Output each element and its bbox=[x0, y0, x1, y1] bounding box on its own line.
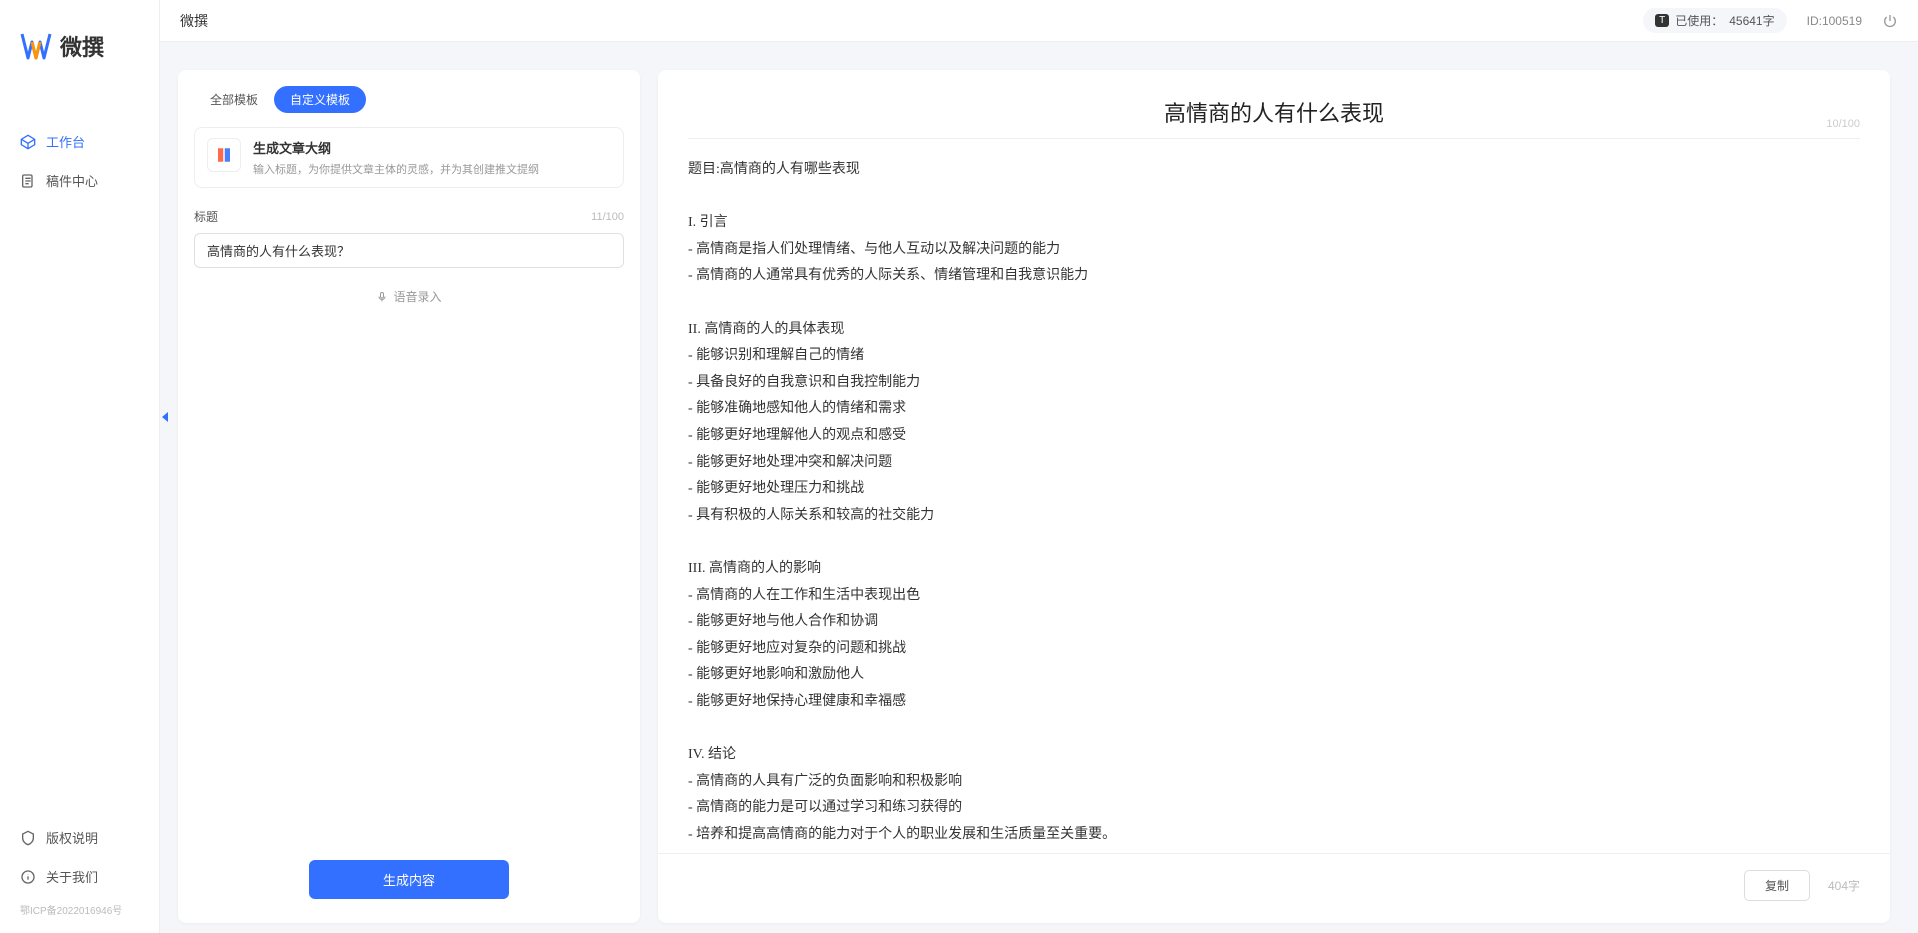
tabs: 全部模板 自定义模板 bbox=[178, 70, 640, 113]
mic-icon bbox=[376, 291, 388, 303]
shield-icon bbox=[20, 830, 36, 846]
nav-item-drafts[interactable]: 稿件中心 bbox=[0, 161, 159, 200]
sidebar: 微撰 工作台 稿件中心 版权说明 bbox=[0, 0, 160, 933]
doc-icon bbox=[20, 173, 36, 189]
content: 全部模板 自定义模板 生成文章大纲 输入标题，为你提供文章主体的灵感，并为其创建… bbox=[160, 42, 1918, 933]
info-icon bbox=[20, 869, 36, 885]
main: 微撰 T 已使用： 45641字 ID:100519 bbox=[160, 0, 1918, 933]
generate-button[interactable]: 生成内容 bbox=[309, 860, 509, 899]
tab-all-templates[interactable]: 全部模板 bbox=[194, 86, 274, 113]
collapse-handle[interactable] bbox=[160, 402, 175, 432]
header-title: 微撰 bbox=[180, 11, 208, 31]
title-input[interactable] bbox=[194, 233, 624, 268]
logo-icon bbox=[20, 30, 52, 62]
usage-label: 已使用： bbox=[1675, 12, 1723, 29]
header: 微撰 T 已使用： 45641字 ID:100519 bbox=[160, 0, 1918, 42]
output-title-count: 10/100 bbox=[1826, 118, 1860, 130]
nav-item-about[interactable]: 关于我们 bbox=[0, 857, 159, 896]
usage-badge: T bbox=[1655, 14, 1669, 27]
copy-button[interactable]: 复制 bbox=[1744, 870, 1810, 901]
title-label: 标题 bbox=[194, 208, 218, 225]
nav-item-label: 版权说明 bbox=[46, 828, 98, 847]
logo-text: 微撰 bbox=[60, 30, 104, 62]
usage-value: 45641字 bbox=[1729, 12, 1774, 29]
output-header: 高情商的人有什么表现 10/100 bbox=[658, 70, 1890, 138]
nav-item-copyright[interactable]: 版权说明 bbox=[0, 818, 159, 857]
nav-main: 工作台 稿件中心 bbox=[0, 82, 159, 818]
power-icon[interactable] bbox=[1882, 13, 1898, 29]
nav-item-label: 稿件中心 bbox=[46, 171, 98, 190]
form-section: 标题 11/100 语音录入 bbox=[178, 188, 640, 305]
header-right: T 已使用： 45641字 ID:100519 bbox=[1643, 8, 1898, 33]
book-icon bbox=[207, 138, 241, 172]
nav-item-workspace[interactable]: 工作台 bbox=[0, 122, 159, 161]
cube-icon bbox=[20, 134, 36, 150]
tab-custom-templates[interactable]: 自定义模板 bbox=[274, 86, 366, 113]
logo: 微撰 bbox=[0, 0, 159, 82]
user-id: ID:100519 bbox=[1807, 14, 1862, 28]
icp-text: 鄂ICP备2022016946号 bbox=[0, 896, 159, 923]
word-count: 404字 bbox=[1828, 877, 1860, 894]
template-title: 生成文章大纲 bbox=[253, 138, 611, 157]
title-char-count: 11/100 bbox=[591, 211, 624, 223]
voice-input-label: 语音录入 bbox=[393, 288, 441, 305]
output-footer: 复制 404字 bbox=[658, 853, 1890, 923]
output-title: 高情商的人有什么表现 bbox=[688, 96, 1860, 128]
output-body[interactable]: 题目:高情商的人有哪些表现 I. 引言 - 高情商是指人们处理情绪、与他人互动以… bbox=[658, 139, 1890, 853]
template-card[interactable]: 生成文章大纲 输入标题，为你提供文章主体的灵感，并为其创建推文提纲 bbox=[194, 127, 624, 188]
nav-item-label: 工作台 bbox=[46, 132, 85, 151]
nav-footer: 版权说明 关于我们 鄂ICP备2022016946号 bbox=[0, 818, 159, 933]
right-panel: 高情商的人有什么表现 10/100 题目:高情商的人有哪些表现 I. 引言 - … bbox=[658, 70, 1890, 923]
usage-pill[interactable]: T 已使用： 45641字 bbox=[1643, 8, 1787, 33]
voice-input-button[interactable]: 语音录入 bbox=[194, 288, 624, 305]
left-panel: 全部模板 自定义模板 生成文章大纲 输入标题，为你提供文章主体的灵感，并为其创建… bbox=[178, 70, 640, 923]
nav-item-label: 关于我们 bbox=[46, 867, 98, 886]
template-desc: 输入标题，为你提供文章主体的灵感，并为其创建推文提纲 bbox=[253, 161, 611, 177]
